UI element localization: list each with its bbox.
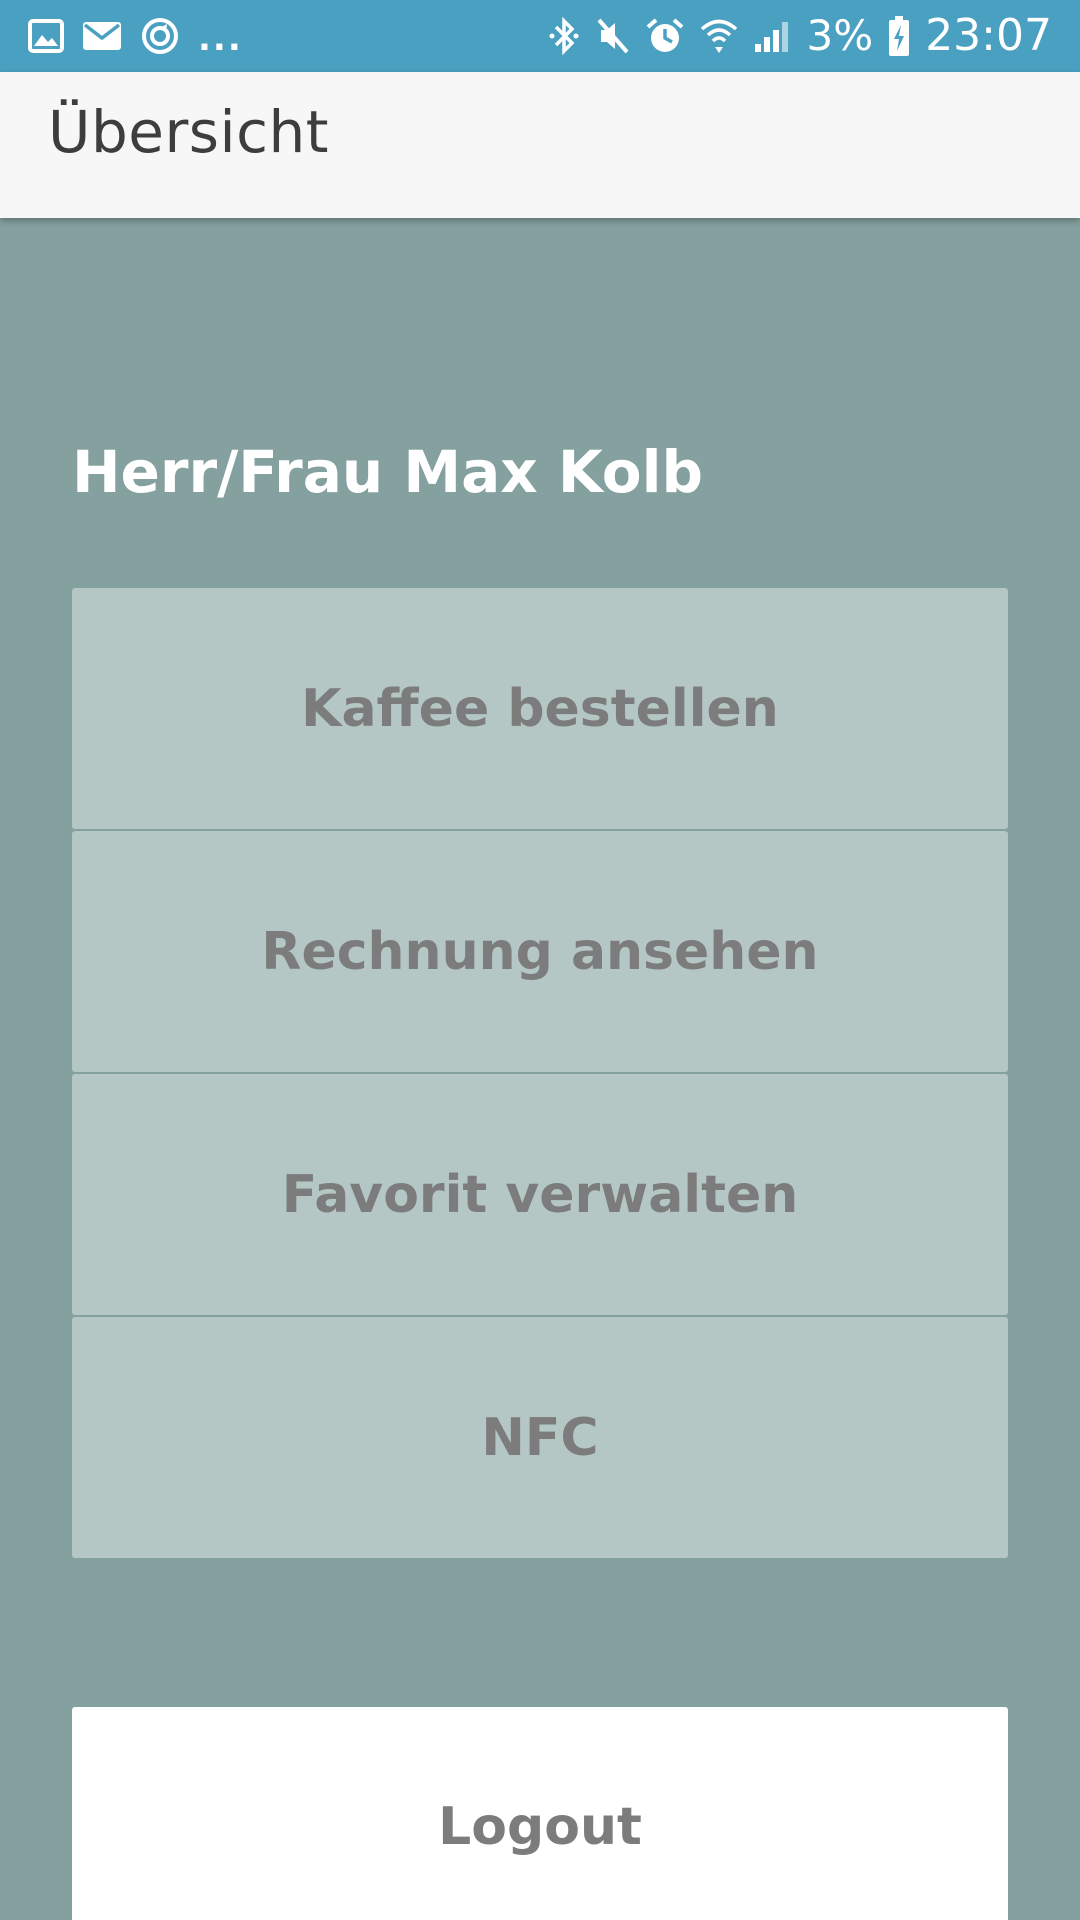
status-time: 23:07 [925,10,1052,61]
manage-favorite-button[interactable]: Favorit verwalten [72,1074,1008,1315]
sync-icon [140,16,180,56]
status-bar: ... 3% 23:07 [0,0,1080,72]
app-bar: Übersicht [0,72,1080,218]
signal-icon [753,18,793,54]
nfc-button[interactable]: NFC [72,1317,1008,1558]
view-invoice-button[interactable]: Rechnung ansehen [72,831,1008,1072]
wifi-icon [699,16,739,56]
status-bar-system: 3% 23:07 [547,0,1052,72]
status-bar-notifications: ... [28,0,243,72]
user-greeting: Herr/Frau Max Kolb [72,438,704,506]
mute-icon [595,16,631,56]
alarm-icon [645,16,685,56]
page-title: Übersicht [48,98,330,166]
order-coffee-button[interactable]: Kaffee bestellen [72,588,1008,829]
main-menu: Kaffee bestellen Rechnung ansehen Favori… [72,588,1008,1560]
logout-button[interactable]: Logout [72,1707,1008,1920]
battery-charging-icon [887,15,911,57]
gallery-icon [28,19,64,53]
battery-percentage: 3% [806,11,874,60]
bluetooth-icon [547,16,581,56]
mail-icon [82,20,122,52]
more-notifications-indicator: ... [198,19,243,59]
